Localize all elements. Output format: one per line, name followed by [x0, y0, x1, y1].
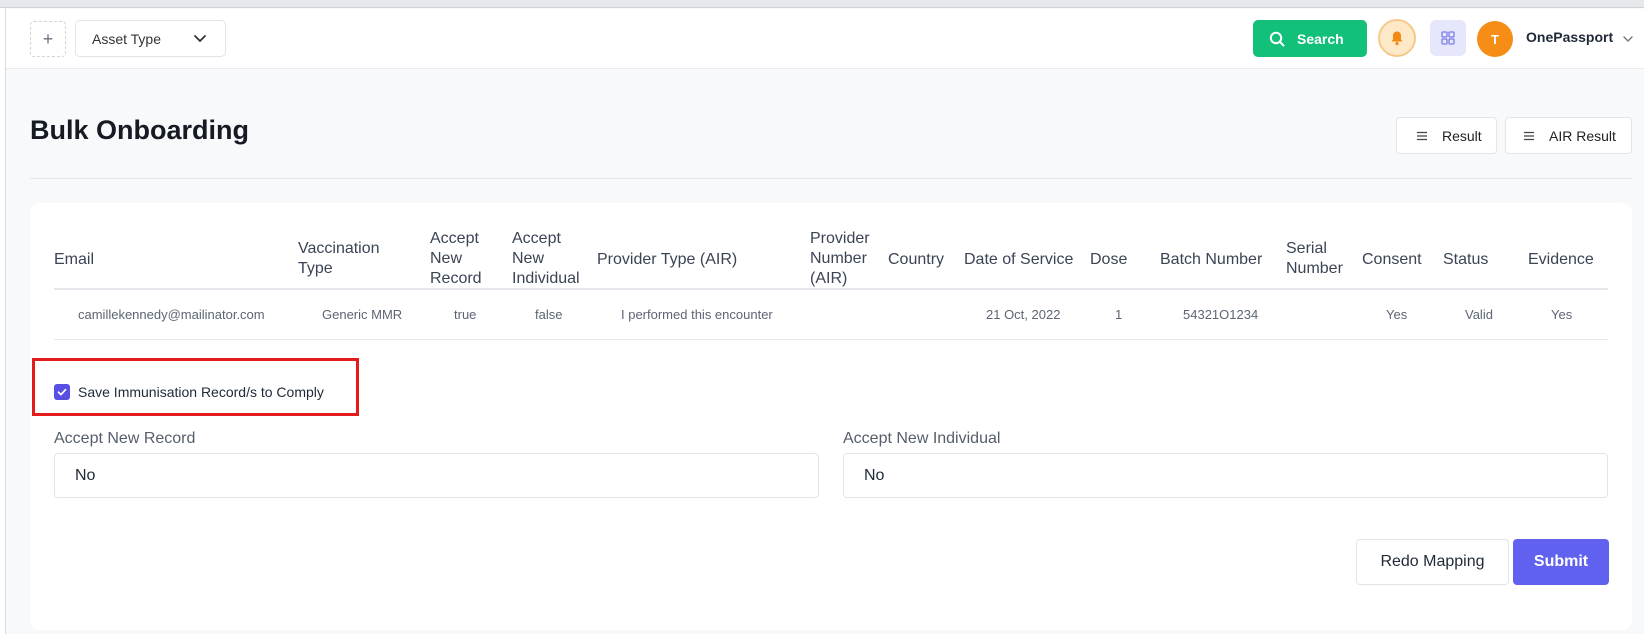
- result-label: Result: [1442, 127, 1482, 144]
- save-immunisation-checkbox[interactable]: [54, 384, 70, 400]
- add-icon[interactable]: +: [30, 21, 66, 57]
- table-header: Email Vaccination Type Accept New Record…: [54, 229, 1608, 290]
- accept-new-individual-value: No: [864, 466, 885, 484]
- browser-top-edge: [0, 0, 1644, 8]
- asset-type-label: Asset Type: [92, 30, 162, 47]
- accept-new-record-label: Accept New Record: [54, 430, 196, 447]
- col-provider-type: Provider Type (AIR): [597, 251, 738, 268]
- col-date-of-service: Date of Service: [964, 251, 1074, 268]
- cell-batch-number: 54321O1234: [1183, 307, 1259, 322]
- cell-email: camillekennedy@mailinator.com: [78, 307, 265, 322]
- col-consent: Consent: [1362, 251, 1422, 268]
- top-header: + Asset Type Search T OnePassport: [6, 9, 1644, 69]
- col-provider-number: Provider Number (AIR): [810, 230, 870, 287]
- cell-evidence: Yes: [1551, 307, 1573, 322]
- menu-icon: [1524, 131, 1534, 140]
- cell-provider-type: I performed this encounter: [621, 307, 773, 322]
- chevron-down-icon[interactable]: [1622, 33, 1634, 45]
- search-button[interactable]: Search: [1253, 20, 1367, 57]
- result-button[interactable]: Result: [1396, 117, 1497, 154]
- accept-new-individual-select[interactable]: No: [843, 453, 1608, 498]
- cell-consent: Yes: [1386, 307, 1408, 322]
- org-name[interactable]: OnePassport: [1526, 29, 1613, 45]
- cell-accept-new-individual: false: [535, 307, 563, 322]
- check-icon: [57, 388, 67, 396]
- air-result-button[interactable]: AIR Result: [1505, 117, 1632, 154]
- col-batch-number: Batch Number: [1160, 251, 1263, 268]
- redo-mapping-button[interactable]: Redo Mapping: [1356, 539, 1509, 585]
- col-evidence: Evidence: [1528, 251, 1594, 268]
- cell-accept-new-record: true: [454, 307, 477, 322]
- table-row[interactable]: camillekennedy@mailinator.com Generic MM…: [54, 291, 1608, 340]
- chevron-down-icon: [194, 35, 206, 42]
- col-country: Country: [888, 251, 945, 268]
- left-edge: [0, 8, 6, 634]
- save-immunisation-label[interactable]: Save Immunisation Record/s to Comply: [78, 384, 324, 400]
- submit-button[interactable]: Submit: [1513, 539, 1609, 585]
- col-accept-new-individual: Accept New Individual: [512, 230, 580, 287]
- col-accept-new-record: Accept New Record: [430, 230, 482, 287]
- page-title: Bulk Onboarding: [30, 115, 249, 145]
- grid-icon: [1441, 31, 1455, 45]
- col-vaccination-type: Vaccination Type: [298, 240, 380, 277]
- col-status: Status: [1443, 251, 1489, 268]
- cell-date-of-service: 21 Oct, 2022: [986, 307, 1061, 322]
- search-icon: [1269, 31, 1285, 46]
- col-dose: Dose: [1090, 251, 1128, 268]
- cell-status: Valid: [1465, 307, 1493, 322]
- accept-new-record-value: No: [75, 466, 96, 484]
- menu-icon: [1417, 131, 1427, 140]
- avatar[interactable]: T: [1477, 21, 1513, 57]
- cell-dose: 1: [1115, 307, 1123, 322]
- title-divider: [30, 178, 1632, 179]
- asset-type-dropdown[interactable]: Asset Type: [75, 20, 226, 57]
- search-label: Search: [1297, 30, 1344, 47]
- cell-vaccination-type: Generic MMR: [322, 307, 403, 322]
- air-result-label: AIR Result: [1549, 127, 1616, 144]
- accept-new-record-select[interactable]: No: [54, 453, 819, 498]
- apps-button[interactable]: [1430, 20, 1466, 56]
- col-serial-number: Serial Number: [1286, 240, 1343, 277]
- bell-icon: [1391, 31, 1403, 46]
- notifications-button[interactable]: [1378, 19, 1416, 57]
- accept-new-individual-label: Accept New Individual: [843, 430, 1001, 447]
- col-email: Email: [54, 251, 95, 268]
